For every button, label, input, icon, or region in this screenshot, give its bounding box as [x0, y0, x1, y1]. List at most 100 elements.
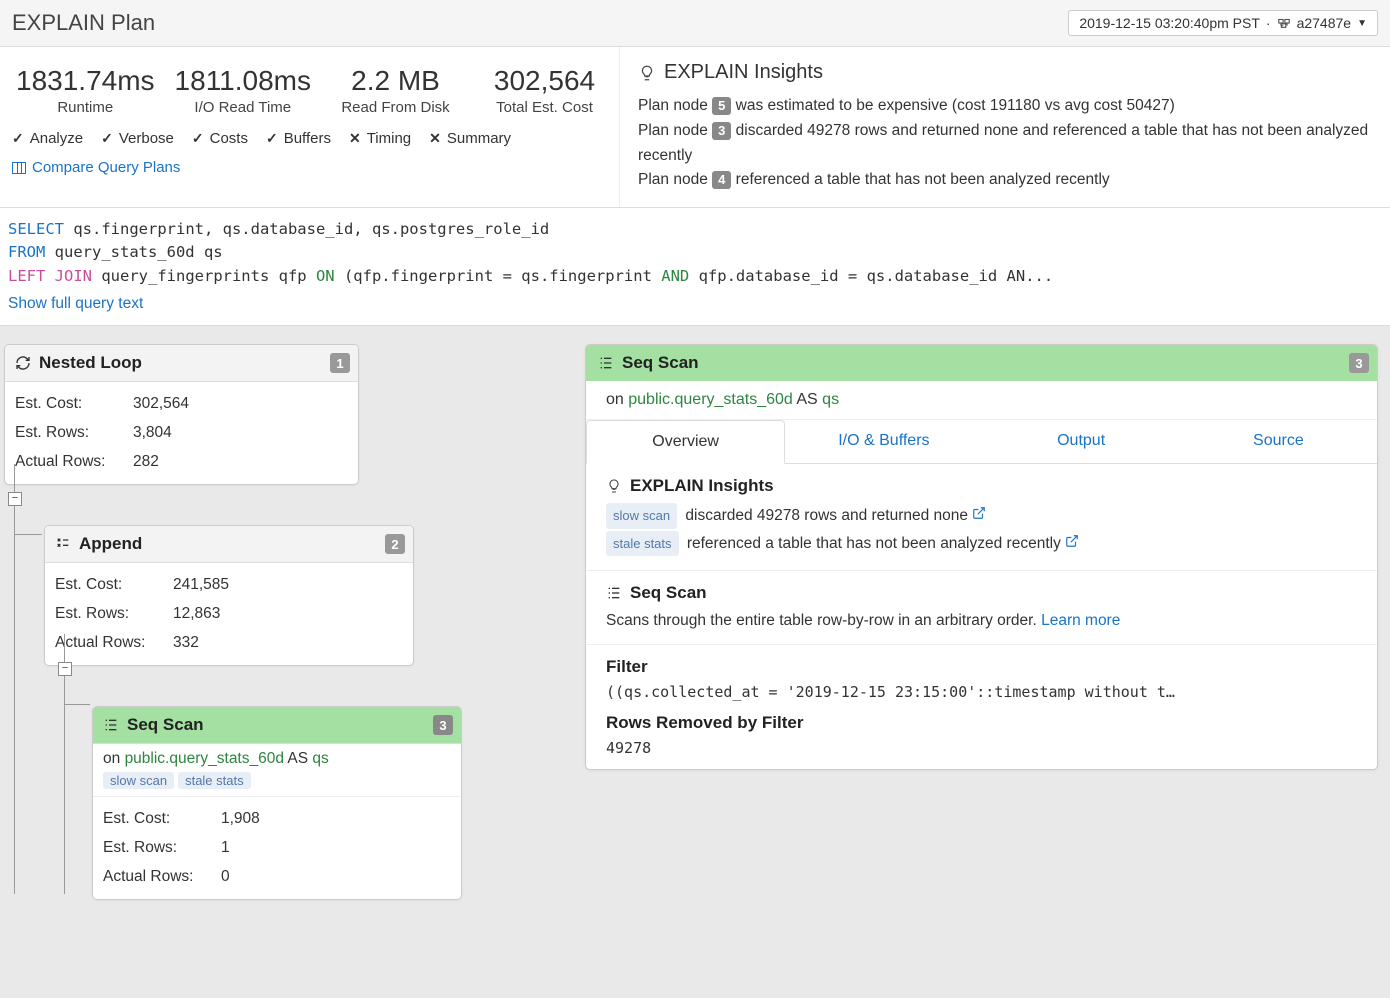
plan-node-2[interactable]: Append 2 Est. Cost:241,585 Est. Rows:12,…: [44, 525, 414, 666]
lightbulb-icon: [606, 478, 622, 494]
node-badge-5[interactable]: 5: [712, 97, 731, 115]
node-title: Seq Scan: [127, 715, 204, 735]
timestamp-text: 2019-12-15 03:20:40pm PST: [1079, 15, 1260, 31]
check-icon: [266, 130, 278, 147]
flag-summary-label: Summary: [447, 130, 511, 147]
show-full-query-link[interactable]: Show full query text: [8, 292, 1382, 315]
compare-plans-link[interactable]: Compare Query Plans: [6, 147, 619, 176]
insight-text: Plan node: [638, 171, 712, 188]
flag-timing: Timing: [349, 130, 411, 147]
as-text: AS: [793, 391, 822, 408]
metric-io-value: 1811.08ms: [175, 65, 311, 97]
stat-label: Est. Cost:: [55, 571, 173, 600]
stat-label: Actual Rows:: [15, 448, 133, 477]
node-num-badge: 3: [433, 715, 453, 735]
detail-insight-1: slow scan discarded 49278 rows and retur…: [606, 502, 1357, 530]
compare-plans-label: Compare Query Plans: [32, 159, 180, 176]
insight-text: discarded 49278 rows and returned none: [681, 507, 972, 524]
tab-output[interactable]: Output: [983, 420, 1180, 463]
learn-more-link[interactable]: Learn more: [1041, 612, 1120, 629]
metric-cost: 302,564 Total Est. Cost: [470, 61, 619, 120]
on-text: on: [103, 750, 125, 767]
scan-desc-text: Scans through the entire table row-by-ro…: [606, 612, 1041, 629]
stat-label: Est. Cost:: [15, 390, 133, 419]
external-link-icon: [1065, 534, 1079, 548]
node-badge-3[interactable]: 3: [712, 122, 731, 140]
metric-io: 1811.08ms I/O Read Time: [165, 61, 321, 120]
metric-cost-label: Total Est. Cost: [480, 99, 609, 116]
external-link-1[interactable]: [972, 507, 986, 524]
x-icon: [349, 130, 361, 147]
check-icon: [12, 130, 24, 147]
metric-disk-label: Read From Disk: [331, 99, 460, 116]
timestamp-selector[interactable]: 2019-12-15 03:20:40pm PST · a27487e ▼: [1068, 10, 1378, 36]
metric-disk: 2.2 MB Read From Disk: [321, 61, 470, 120]
tab-io-buffers[interactable]: I/O & Buffers: [785, 420, 982, 463]
table-link[interactable]: public.query_stats_60d: [125, 750, 284, 767]
sql-kw-left: LEFT: [8, 267, 45, 285]
metric-runtime-label: Runtime: [16, 99, 155, 116]
flag-timing-label: Timing: [367, 130, 411, 147]
tag-stale-stats: stale stats: [178, 772, 251, 789]
tab-overview[interactable]: Overview: [586, 420, 785, 464]
stat-value: 3,804: [133, 419, 172, 448]
metric-cost-value: 302,564: [480, 65, 609, 97]
insights-title: EXPLAIN Insights: [638, 61, 1372, 84]
seq-scan-icon: [598, 355, 614, 371]
flag-buffers: Buffers: [266, 130, 331, 147]
table-link[interactable]: public.query_stats_60d: [628, 391, 793, 408]
tab-source[interactable]: Source: [1180, 420, 1377, 463]
stat-value: 282: [133, 448, 159, 477]
rows-removed-count: 49278: [606, 739, 1357, 757]
insight-text: Plan node: [638, 97, 712, 114]
check-icon: [101, 130, 113, 147]
alias-link[interactable]: qs: [312, 750, 328, 767]
sql-preview: SELECT qs.fingerprint, qs.database_id, q…: [0, 208, 1390, 326]
flag-summary: Summary: [429, 130, 511, 147]
flag-verbose-label: Verbose: [119, 130, 174, 147]
detail-insight-2: stale stats referenced a table that has …: [606, 530, 1357, 558]
table-icon: [12, 162, 26, 174]
alias-link[interactable]: qs: [822, 391, 839, 408]
stat-value: 241,585: [173, 571, 229, 600]
stat-value: 302,564: [133, 390, 189, 419]
stat-value: 1,908: [221, 805, 260, 834]
external-link-icon: [972, 506, 986, 520]
collapse-toggle-2[interactable]: −: [58, 662, 72, 676]
stat-value: 12,863: [173, 600, 220, 629]
node-title: Nested Loop: [39, 353, 142, 373]
seq-scan-icon: [103, 717, 119, 733]
plan-node-1[interactable]: Nested Loop 1 Est. Cost:302,564 Est. Row…: [4, 344, 359, 485]
filter-title: Filter: [606, 657, 1357, 677]
tag-stale-stats: stale stats: [606, 531, 679, 556]
sql-kw-join: JOIN: [55, 267, 92, 285]
sql-cond: qfp.database_id = qs.database_id AN...: [689, 267, 1053, 285]
page-title: EXPLAIN Plan: [12, 10, 155, 36]
stat-label: Actual Rows:: [103, 863, 221, 892]
stat-label: Est. Rows:: [55, 600, 173, 629]
x-icon: [429, 130, 441, 147]
scan-method-title: Seq Scan: [606, 583, 1357, 603]
insight-text: Plan node: [638, 122, 712, 139]
plan-node-3[interactable]: Seq Scan 3 on public.query_stats_60d AS …: [92, 706, 462, 900]
flag-costs-label: Costs: [210, 130, 248, 147]
sql-kw-from: FROM: [8, 243, 45, 261]
metric-runtime: 1831.74ms Runtime: [6, 61, 165, 120]
collapse-toggle-1[interactable]: −: [8, 492, 22, 506]
insight-line-4: Plan node 4 referenced a table that has …: [638, 168, 1372, 193]
sql-table: query_stats_60d qs: [45, 243, 222, 261]
detail-panel: Seq Scan 3 on public.query_stats_60d AS …: [585, 344, 1378, 770]
loop-icon: [15, 355, 31, 371]
node-badge-4[interactable]: 4: [712, 171, 731, 189]
scan-method-title-text: Seq Scan: [630, 583, 707, 603]
chevron-down-icon: ▼: [1357, 18, 1367, 29]
stat-label: Actual Rows:: [55, 629, 173, 658]
flag-costs: Costs: [192, 130, 248, 147]
external-link-2[interactable]: [1065, 535, 1079, 552]
flag-analyze-label: Analyze: [30, 130, 83, 147]
flag-buffers-label: Buffers: [284, 130, 331, 147]
sql-kw-and: AND: [661, 267, 689, 285]
lightbulb-icon: [638, 64, 656, 82]
sql-kw-select: SELECT: [8, 220, 64, 238]
stat-label: Est. Cost:: [103, 805, 221, 834]
